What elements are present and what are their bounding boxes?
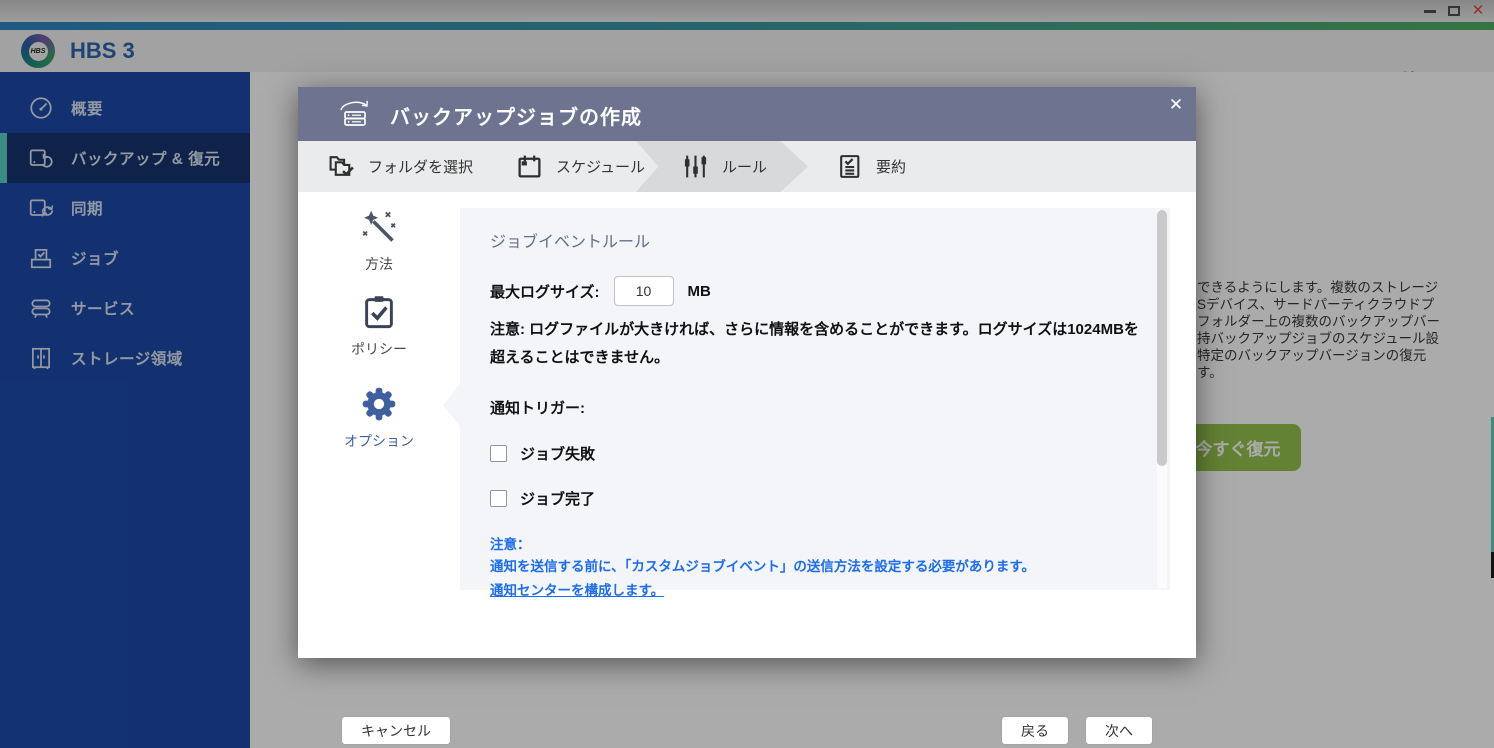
log-size-note: 注意: ログファイルが大きければ、さらに情報を含めることができます。ログサイズは… [490,321,1139,366]
policy-clipboard-icon [361,294,397,330]
create-backup-job-dialog: バックアップジョブの作成 ✕ フォルダを選択 スケジュール ルール 要約 方法 … [298,87,1196,745]
folder-check-icon [328,153,355,180]
dialog-nav-method[interactable]: 方法 [298,209,460,274]
panel-content: ジョブイベントルール 最大ログサイズ: MB 注意: ログファイルが大きければ、… [490,228,1140,602]
checkbox-label: ジョブ完了 [520,490,596,508]
notice-title: 注意： [490,537,531,552]
dialog-title: バックアップジョブの作成 [390,107,642,129]
step-rules-active[interactable]: ルール [636,141,808,192]
checkbox-label: ジョブ失敗 [520,445,596,463]
step-select-folder[interactable]: フォルダを選択 [328,141,473,192]
checkbox-row-job-failed: ジョブ失敗 [490,443,1140,463]
notification-center-link[interactable]: 通知センターを構成します。 [490,580,664,602]
step-label: ルール [722,159,768,176]
step-label: スケジュール [556,159,645,176]
max-log-size-unit: MB [687,282,711,300]
notification-trigger-label: 通知トリガー: [490,400,585,417]
dialog-nav-options[interactable]: オプション [298,386,460,451]
panel-title: ジョブイベントルール [490,234,651,251]
panel-notch [443,384,460,426]
gear-icon [361,386,397,422]
dialog-nav-policy[interactable]: ポリシー [298,294,460,359]
magic-wand-icon [361,209,397,245]
sliders-icon [682,153,709,180]
summary-icon [836,153,863,180]
cancel-button[interactable]: キャンセル [341,716,451,745]
dialog-close-icon[interactable]: ✕ [1164,93,1188,117]
options-panel: ジョブイベントルール 最大ログサイズ: MB 注意: ログファイルが大きければ、… [443,208,1170,598]
scrollbar [1157,210,1167,588]
back-button[interactable]: 戻る [1001,716,1069,745]
checkbox-job-failed[interactable] [490,444,507,462]
wizard-steps: フォルダを選択 スケジュール ルール 要約 [298,141,1196,192]
dialog-body: 方法 ポリシー オプション ジョブイベントルール 最大ログサイズ: 10 MB … [298,192,1196,745]
max-log-size-input[interactable] [613,276,674,306]
calendar-icon [516,153,543,180]
max-log-size-row: 最大ログサイズ: MB [490,276,1140,306]
notice-body: 通知を送信する前に、「カスタムジョブイベント」の送信方法を設定する必要があります… [490,559,1035,574]
max-log-size-label: 最大ログサイズ: [490,283,600,301]
dialog-header: バックアップジョブの作成 ✕ [298,87,1196,141]
dialog-nav-label: ポリシー [351,341,407,357]
checkbox-row-job-completed: ジョブ完了 [490,488,1140,508]
screen: ✕ HBS HBS 3 概要 バックアップ & 復元 同期 ジョブ サービス ス… [0,0,1494,748]
dialog-nav-label: オプション [344,433,414,449]
next-button[interactable]: 次へ [1085,716,1153,745]
notice-block: 注意： 通知を送信する前に、「カスタムジョブイベント」の送信方法を設定する必要が… [490,534,1140,602]
step-label: フォルダを選択 [368,159,474,176]
step-summary[interactable]: 要約 [836,141,906,192]
dialog-nav-label: 方法 [365,256,393,272]
checkbox-job-completed[interactable] [490,489,507,507]
backup-job-icon [336,97,374,131]
step-label: 要約 [876,159,907,176]
scrollbar-thumb[interactable] [1157,210,1167,466]
step-schedule[interactable]: スケジュール [516,141,645,192]
